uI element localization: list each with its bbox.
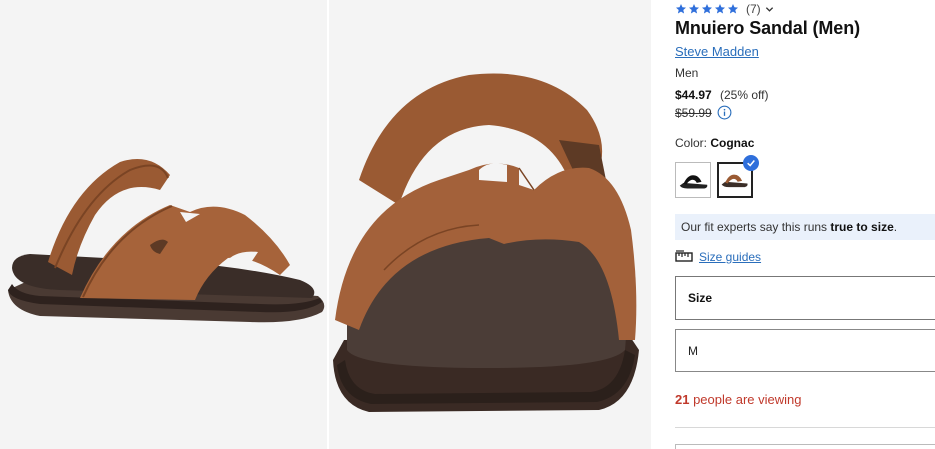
sandal-front-illustration: [329, 0, 651, 449]
star-icon: [676, 4, 686, 14]
rating-summary[interactable]: (7): [675, 2, 774, 16]
star-icon: [728, 4, 738, 14]
black-sandal-thumbnail: [679, 175, 708, 189]
product-page: (7) Mnuiero Sandal (Men) Steve Madden Me…: [0, 0, 935, 449]
size-section-header: Size: [675, 276, 935, 320]
product-title: Mnuiero Sandal (Men): [675, 18, 861, 38]
sandal-angle-illustration: [0, 0, 327, 449]
product-image-angle[interactable]: [0, 0, 327, 449]
divider: [675, 427, 935, 428]
fit-advice-banner: Our fit experts say this runs true to si…: [675, 214, 935, 240]
brand-link[interactable]: Steve Madden: [675, 44, 759, 59]
size-select[interactable]: M: [675, 329, 935, 372]
next-section-box[interactable]: [675, 444, 935, 449]
chevron-down-icon[interactable]: [765, 5, 774, 14]
selected-color-name: Cognac: [710, 136, 755, 150]
size-guide-link[interactable]: Size guides: [699, 250, 761, 264]
color-label: Color:: [675, 136, 708, 150]
checkmark-icon: [747, 160, 755, 167]
ruler-icon: [675, 250, 693, 262]
sale-price: $44.97: [675, 88, 712, 102]
original-price: $59.99: [675, 106, 712, 120]
color-selection-label: Color: Cognac: [675, 136, 754, 150]
gender-label: Men: [675, 66, 699, 80]
fit-advice-text: Our fit experts say this runs: [681, 220, 831, 234]
viewing-text: people are viewing: [689, 392, 802, 407]
people-viewing-notice: 21 people are viewing: [675, 392, 802, 407]
star-icon: [689, 4, 699, 14]
fit-advice-emphasis: true to size: [830, 220, 894, 234]
fit-advice-suffix: .: [893, 220, 898, 234]
product-image-front[interactable]: [329, 0, 651, 449]
star-rating: [675, 3, 739, 15]
selected-check-badge: [743, 155, 759, 171]
review-count[interactable]: (7): [746, 2, 761, 16]
star-icon: [715, 4, 725, 14]
size-guide-row[interactable]: Size guides: [675, 249, 761, 265]
star-icon: [702, 4, 712, 14]
discount-label: (25% off): [720, 88, 769, 102]
info-icon[interactable]: [717, 105, 732, 120]
viewer-count: 21: [675, 392, 690, 407]
color-swatch-black[interactable]: [675, 162, 711, 198]
